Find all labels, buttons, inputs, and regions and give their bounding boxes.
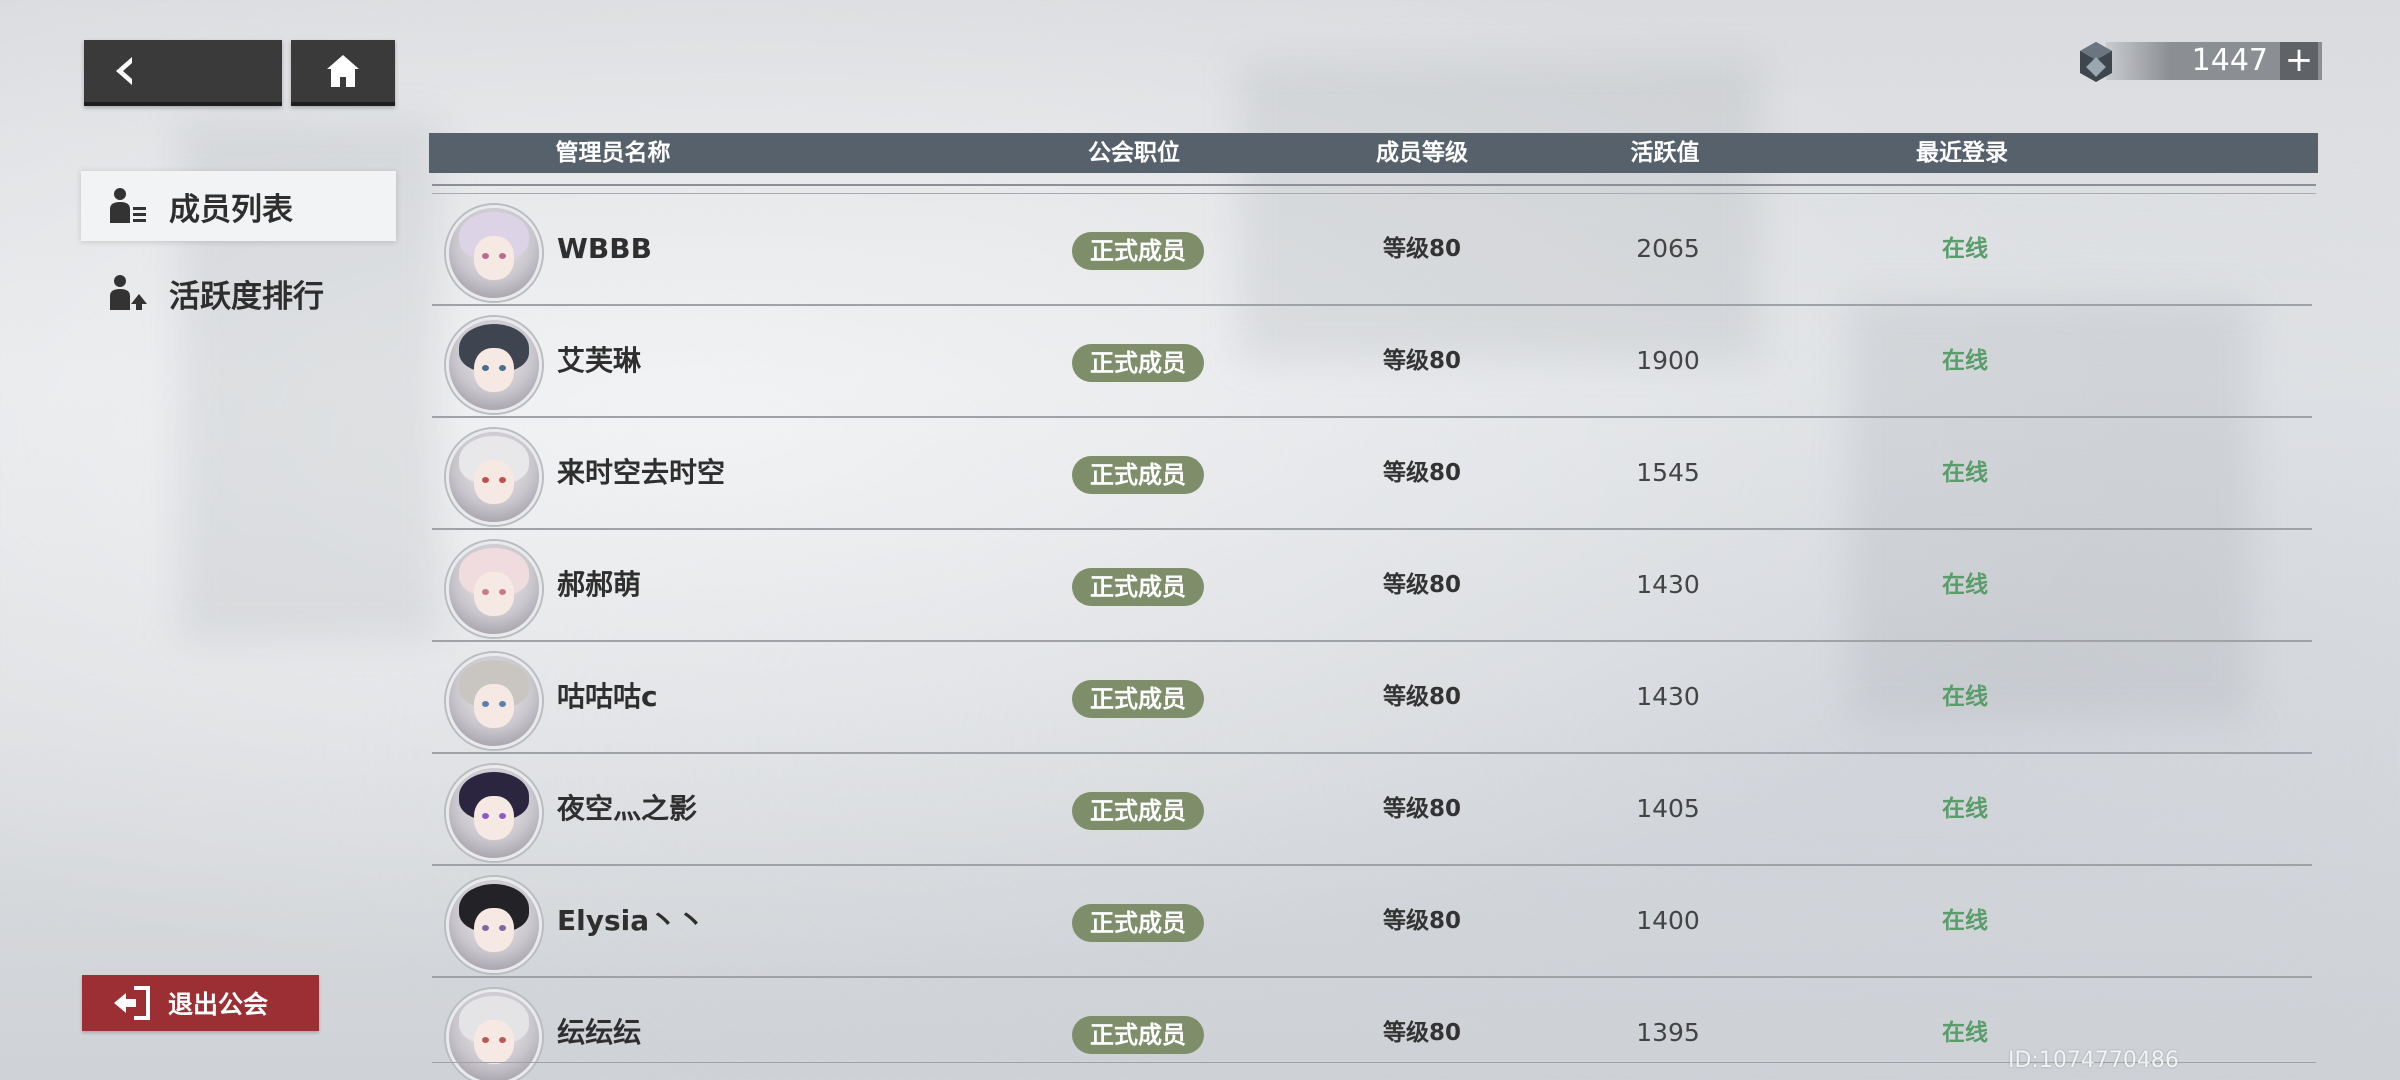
activity-value: 1430 (1636, 570, 1700, 599)
rank-badge: 正式成员 (1072, 680, 1204, 718)
header-activity: 活跃值 (1630, 140, 1700, 166)
avatar[interactable] (446, 877, 542, 973)
member-level: 等级80 (1382, 1020, 1462, 1046)
table-row[interactable]: WBBB 正式成员 等级80 2065 在线 (432, 194, 2312, 306)
member-name: 夜空灬之影 (557, 792, 698, 825)
online-status: 在线 (1942, 1020, 1988, 1046)
member-name: 艾芙琳 (557, 344, 642, 377)
cube-token-icon (2080, 42, 2112, 82)
home-icon (327, 55, 359, 87)
activity-rank-icon (110, 275, 147, 310)
table-row[interactable]: 咕咕咕c 正式成员 等级80 1430 在线 (432, 642, 2312, 754)
rank-badge: 正式成员 (1072, 232, 1204, 270)
activity-value: 1430 (1636, 682, 1700, 711)
currency-display: 1447 + (2076, 42, 2322, 82)
rank-badge: 正式成员 (1072, 344, 1204, 382)
add-currency-button[interactable]: + (2280, 42, 2318, 80)
member-level: 等级80 (1382, 348, 1462, 374)
activity-value: 1405 (1636, 794, 1700, 823)
member-level: 等级80 (1382, 684, 1462, 710)
divider (432, 184, 2316, 186)
header-level: 成员等级 (1376, 140, 1468, 166)
table-header: 管理员名称 公会职位 成员等级 活跃值 最近登录 (429, 133, 2318, 173)
member-list[interactable]: WBBB 正式成员 等级80 2065 在线 艾芙琳 正式成员 等级80 190… (432, 194, 2312, 1080)
header-name: 管理员名称 (555, 140, 671, 166)
table-row[interactable]: 来时空去时空 正式成员 等级80 1545 在线 (432, 418, 2312, 530)
rank-badge: 正式成员 (1072, 904, 1204, 942)
member-level: 等级80 (1382, 796, 1462, 822)
quit-guild-label: 退出公会 (168, 990, 269, 1019)
exit-icon (114, 986, 150, 1020)
home-button[interactable] (291, 40, 395, 106)
activity-value: 2065 (1636, 234, 1700, 263)
avatar[interactable] (446, 541, 542, 637)
activity-value: 1400 (1636, 906, 1700, 935)
avatar[interactable] (446, 429, 542, 525)
sidebar-item-label: 活跃度排行 (169, 278, 324, 315)
online-status: 在线 (1942, 572, 1988, 598)
avatar[interactable] (446, 317, 542, 413)
online-status: 在线 (1942, 796, 1988, 822)
member-name: Elysia丶丶 (557, 904, 706, 937)
sidebar-item-member-list[interactable]: 成员列表 (81, 171, 396, 241)
rank-badge: 正式成员 (1072, 1016, 1204, 1054)
currency-value: 1447 (2191, 43, 2268, 78)
activity-value: 1395 (1636, 1018, 1700, 1047)
member-level: 等级80 (1382, 908, 1462, 934)
rank-badge: 正式成员 (1072, 456, 1204, 494)
avatar[interactable] (446, 989, 542, 1080)
member-level: 等级80 (1382, 572, 1462, 598)
member-name: 咕咕咕c (557, 680, 658, 713)
member-level: 等级80 (1382, 236, 1462, 262)
member-level: 等级80 (1382, 460, 1462, 486)
member-name: 来时空去时空 (557, 456, 726, 489)
online-status: 在线 (1942, 460, 1988, 486)
table-row[interactable]: 郝郝萌 正式成员 等级80 1430 在线 (432, 530, 2312, 642)
table-row[interactable]: 艾芙琳 正式成员 等级80 1900 在线 (432, 306, 2312, 418)
avatar[interactable] (446, 205, 542, 301)
activity-value: 1900 (1636, 346, 1700, 375)
back-button[interactable] (84, 40, 282, 106)
activity-value: 1545 (1636, 458, 1700, 487)
sidebar-item-label: 成员列表 (169, 191, 293, 228)
member-name: 纭纭纭 (557, 1016, 642, 1049)
rank-badge: 正式成员 (1072, 568, 1204, 606)
online-status: 在线 (1942, 908, 1988, 934)
rank-badge: 正式成员 (1072, 792, 1204, 830)
sidebar-item-activity-rank[interactable]: 活跃度排行 (81, 258, 396, 328)
table-row[interactable]: Elysia丶丶 正式成员 等级80 1400 在线 (432, 866, 2312, 978)
player-id: ID:1074770486 (2008, 1048, 2179, 1073)
avatar[interactable] (446, 765, 542, 861)
quit-guild-button[interactable]: 退出公会 (82, 975, 319, 1031)
online-status: 在线 (1942, 348, 1988, 374)
member-name: WBBB (557, 232, 652, 265)
member-name: 郝郝萌 (557, 568, 642, 601)
online-status: 在线 (1942, 236, 1988, 262)
back-arrow-icon (116, 57, 132, 85)
header-last-login: 最近登录 (1916, 140, 2008, 166)
avatar[interactable] (446, 653, 542, 749)
online-status: 在线 (1942, 684, 1988, 710)
table-row[interactable]: 夜空灬之影 正式成员 等级80 1405 在线 (432, 754, 2312, 866)
member-list-icon (110, 188, 146, 223)
header-position: 公会职位 (1088, 140, 1180, 166)
